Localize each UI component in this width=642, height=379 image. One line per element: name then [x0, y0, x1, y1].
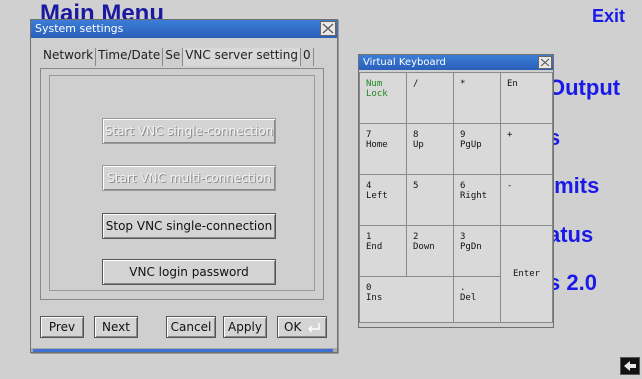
- start-vnc-single-button[interactable]: Start VNC single-connection: [102, 118, 276, 144]
- ok-button[interactable]: OK: [277, 316, 327, 338]
- vnc-settings-panel: Start VNC single-connection Start VNC mu…: [40, 68, 324, 300]
- key-6-right[interactable]: 6 Right: [453, 174, 501, 226]
- vnc-settings-inner-frame: Start VNC single-connection Start VNC mu…: [49, 75, 315, 291]
- key-0-ins[interactable]: 0 Ins: [359, 276, 454, 323]
- key-3-pgdn[interactable]: 3 PgDn: [453, 225, 501, 277]
- key-minus[interactable]: -: [500, 174, 553, 226]
- key-enter[interactable]: Enter: [500, 225, 553, 323]
- key-5[interactable]: 5: [406, 174, 454, 226]
- key-plus[interactable]: +: [500, 123, 553, 175]
- key-9-pgup[interactable]: 9 PgUp: [453, 123, 501, 175]
- back-arrow-icon[interactable]: [620, 357, 640, 375]
- system-settings-title: System settings: [35, 22, 124, 35]
- enter-return-icon: [308, 323, 320, 333]
- menu-item-status[interactable]: atus: [548, 222, 593, 248]
- close-icon: [540, 58, 550, 67]
- tab-vnc-server-setting[interactable]: VNC server setting: [183, 48, 301, 66]
- scrollbar-thumb[interactable]: [33, 349, 333, 352]
- tab-time-date[interactable]: Time/Date: [96, 48, 164, 66]
- close-icon: [322, 23, 334, 34]
- tab-security[interactable]: Se: [163, 48, 184, 66]
- exit-button[interactable]: Exit: [592, 6, 625, 27]
- next-button[interactable]: Next: [94, 316, 138, 338]
- tab-network[interactable]: Network: [41, 48, 97, 66]
- virtual-keyboard-titlebar[interactable]: Virtual Keyboard: [359, 55, 553, 70]
- system-settings-window: System settings Network Time/Date Se VNC se…: [30, 19, 338, 353]
- menu-item-limits[interactable]: imits: [548, 173, 599, 199]
- system-settings-titlebar[interactable]: System settings: [31, 20, 337, 38]
- ok-label: OK: [284, 320, 302, 334]
- prev-button[interactable]: Prev: [40, 316, 84, 338]
- start-vnc-multi-button[interactable]: Start VNC multi-connection: [102, 165, 276, 191]
- key-8-up[interactable]: 8 Up: [406, 123, 454, 175]
- settings-tabs: Network Time/Date Se VNC server setting 0: [41, 48, 329, 68]
- key-4-left[interactable]: 4 Left: [359, 174, 407, 226]
- virtual-keyboard-title: Virtual Keyboard: [363, 57, 446, 68]
- cancel-button[interactable]: Cancel: [166, 316, 216, 338]
- keyboard-close-button[interactable]: [538, 56, 552, 69]
- close-button[interactable]: [320, 21, 336, 36]
- key-asterisk[interactable]: *: [453, 72, 501, 124]
- stop-vnc-single-button[interactable]: Stop VNC single-connection: [102, 213, 276, 239]
- key-dot-del[interactable]: . Del: [453, 276, 501, 323]
- numeric-keypad: Num Lock / * En 7 Home 8 Up 9 PgUp + 4 L…: [359, 72, 553, 323]
- tab-overflow[interactable]: 0: [301, 48, 314, 66]
- horizontal-scrollbar[interactable]: [31, 348, 337, 352]
- virtual-keyboard-window: Virtual Keyboard Num Lock / * En 7 Home …: [358, 54, 554, 328]
- menu-item-output[interactable]: Output: [548, 75, 620, 101]
- key-7-home[interactable]: 7 Home: [359, 123, 407, 175]
- key-2-down[interactable]: 2 Down: [406, 225, 454, 277]
- vnc-login-password-button[interactable]: VNC login password: [102, 259, 276, 285]
- menu-item-version[interactable]: s 2.0: [548, 270, 597, 296]
- key-1-end[interactable]: 1 End: [359, 225, 407, 277]
- key-slash[interactable]: /: [406, 72, 454, 124]
- apply-button[interactable]: Apply: [223, 316, 267, 338]
- key-en[interactable]: En: [500, 72, 553, 124]
- key-num-lock[interactable]: Num Lock: [359, 72, 407, 124]
